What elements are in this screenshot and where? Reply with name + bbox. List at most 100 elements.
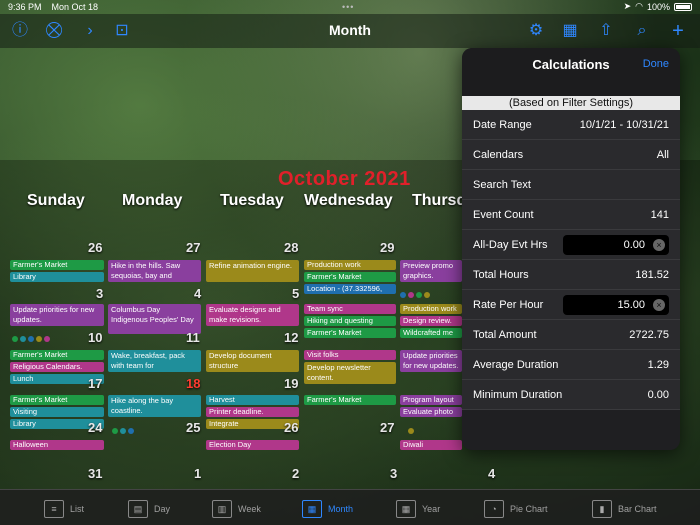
- event[interactable]: Program layout: [400, 395, 462, 405]
- day-number[interactable]: 1: [194, 466, 201, 481]
- event[interactable]: Evaluate photo: [400, 407, 462, 417]
- event[interactable]: Religious Calendars.: [10, 362, 104, 372]
- day-number[interactable]: 17: [88, 376, 102, 391]
- multitask-dots-icon[interactable]: •••: [342, 2, 354, 12]
- calculations-popover: Calculations Done (Based on Filter Setti…: [462, 48, 680, 450]
- day-number[interactable]: 5: [292, 286, 299, 301]
- month-grid[interactable]: 26 27 28 29 Farmer's Market Library Hike…: [8, 238, 495, 483]
- day-number[interactable]: 12: [284, 330, 298, 345]
- event[interactable]: Team sync: [304, 304, 396, 314]
- row-calendars: Calendars All: [462, 140, 680, 170]
- day-number[interactable]: 27: [186, 240, 200, 255]
- event[interactable]: Diwali: [400, 440, 462, 450]
- tab-label: List: [70, 504, 85, 514]
- add-event-icon[interactable]: +: [668, 21, 688, 41]
- day-number[interactable]: 11: [186, 330, 200, 345]
- row-label: Total Hours: [473, 268, 529, 281]
- row-total-amount: Total Amount 2722.75: [462, 320, 680, 350]
- event[interactable]: Visiting: [10, 407, 104, 417]
- event[interactable]: Farmer's Market: [304, 328, 396, 338]
- event[interactable]: Hiking and questing: [304, 316, 396, 326]
- day-number[interactable]: 19: [284, 376, 298, 391]
- event[interactable]: Election Day: [206, 440, 299, 450]
- field-value: 0.00: [623, 238, 645, 251]
- clear-icon[interactable]: ×: [653, 298, 665, 311]
- row-value: 141: [650, 208, 669, 221]
- tab-day[interactable]: ▤ Day: [128, 499, 170, 519]
- tab-list[interactable]: ≡ List: [44, 499, 84, 519]
- event[interactable]: Preview promo graphics.: [400, 260, 462, 282]
- rate-per-hour-field[interactable]: 15.00 ×: [563, 294, 669, 315]
- day-number[interactable]: 3: [390, 466, 397, 481]
- day-number[interactable]: 3: [96, 286, 103, 301]
- event-dots: [112, 428, 134, 434]
- event[interactable]: Hike in the hills. Saw sequoias, bay and: [108, 260, 201, 282]
- row-label: Rate Per Hour: [473, 298, 544, 311]
- event[interactable]: Wildcrafted me: [400, 328, 462, 338]
- tab-bar-chart[interactable]: ▮ Bar Chart: [592, 499, 657, 519]
- event[interactable]: Design review.: [400, 316, 462, 326]
- event[interactable]: Halloween: [10, 440, 104, 450]
- event[interactable]: Visit folks: [304, 350, 396, 360]
- event-dot: [128, 428, 134, 434]
- status-right: ➤ ◠ 100%: [624, 1, 692, 12]
- row-value: 2722.75: [629, 328, 669, 341]
- tab-month[interactable]: ▦ Month: [302, 499, 353, 519]
- day-number[interactable]: 2: [292, 466, 299, 481]
- day-number[interactable]: 4: [194, 286, 201, 301]
- settings-gear-icon[interactable]: ⚙: [526, 21, 546, 41]
- event[interactable]: Refine animation engine.: [206, 260, 299, 282]
- week-icon: ▥: [212, 500, 232, 518]
- day-number[interactable]: 25: [186, 420, 200, 435]
- event[interactable]: Location - (37.332596,: [304, 284, 396, 294]
- event[interactable]: Printer deadline.: [206, 407, 299, 417]
- event-dot: [400, 292, 406, 298]
- event-dot: [36, 336, 42, 342]
- day-number[interactable]: 26: [284, 420, 298, 435]
- calculator-icon[interactable]: ▦: [560, 21, 580, 41]
- event[interactable]: Library: [10, 272, 104, 282]
- event[interactable]: Update priorities for new updates.: [10, 304, 104, 326]
- day-number[interactable]: 24: [88, 420, 102, 435]
- day-number[interactable]: 27: [380, 420, 394, 435]
- event[interactable]: Harvest: [206, 395, 299, 405]
- tab-pie-chart[interactable]: ◔ Pie Chart: [484, 499, 548, 519]
- event[interactable]: Production work: [304, 260, 396, 270]
- day-number[interactable]: 4: [488, 466, 495, 481]
- day-number[interactable]: 26: [88, 240, 102, 255]
- status-date: Mon Oct 18: [51, 2, 99, 12]
- day-number[interactable]: 28: [284, 240, 298, 255]
- bar-chart-icon: ▮: [592, 500, 612, 518]
- row-label: Calendars: [473, 148, 524, 161]
- event[interactable]: Develop document structure: [206, 350, 299, 372]
- row-rate-per-hour: Rate Per Hour 15.00 ×: [462, 290, 680, 320]
- tab-week[interactable]: ▥ Week: [212, 499, 261, 519]
- search-icon[interactable]: ⌕: [632, 21, 652, 41]
- event[interactable]: Wake, breakfast, pack with team for: [108, 350, 201, 372]
- event[interactable]: Develop newsletter content.: [304, 362, 396, 384]
- day-number-today[interactable]: 18: [186, 376, 200, 391]
- all-day-hours-field[interactable]: 0.00 ×: [563, 234, 669, 255]
- row-label: Minimum Duration: [473, 388, 563, 401]
- day-number[interactable]: 31: [88, 466, 102, 481]
- tab-year[interactable]: ▦ Year: [396, 499, 440, 519]
- event[interactable]: Farmer's Market: [10, 395, 104, 405]
- event[interactable]: Farmer's Market: [304, 395, 396, 405]
- event-dots: [12, 336, 50, 342]
- event[interactable]: Evaluate designs and make revisions.: [206, 304, 299, 326]
- event[interactable]: Update priorities for new updates.: [400, 350, 462, 372]
- day-number[interactable]: 29: [380, 240, 394, 255]
- event-dot: [20, 336, 26, 342]
- tab-label: Week: [238, 504, 261, 514]
- done-button[interactable]: Done: [643, 58, 669, 70]
- event[interactable]: Farmer's Market: [10, 350, 104, 360]
- event[interactable]: Farmer's Market: [304, 272, 396, 282]
- event[interactable]: Production work: [400, 304, 462, 314]
- event[interactable]: Hike along the bay coastline.: [108, 395, 201, 417]
- pie-chart-icon: ◔: [484, 500, 504, 518]
- day-number[interactable]: 10: [88, 330, 102, 345]
- event[interactable]: Farmer's Market: [10, 260, 104, 270]
- share-icon[interactable]: ⇧: [596, 21, 616, 41]
- event-dot: [408, 292, 414, 298]
- clear-icon[interactable]: ×: [653, 238, 665, 251]
